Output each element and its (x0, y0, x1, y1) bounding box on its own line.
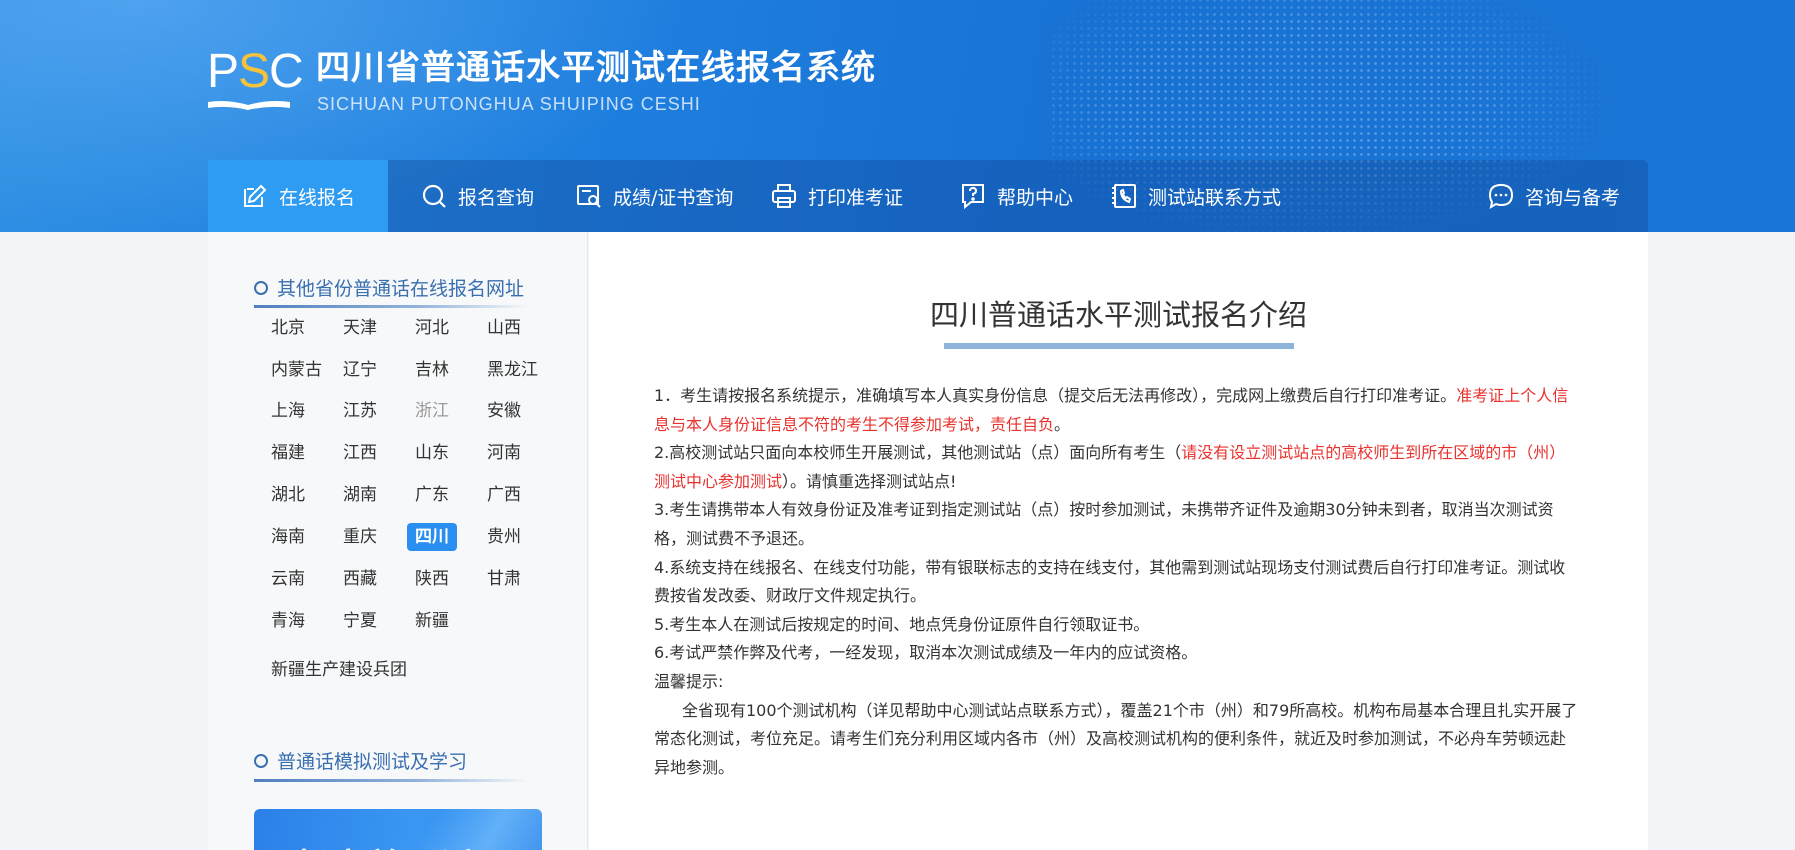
section-underline (254, 305, 529, 308)
logo-book-icon (208, 101, 290, 110)
phone-icon (1112, 184, 1136, 208)
tip-title: 温馨提示: (654, 671, 724, 691)
province-link-disabled: 浙江 (415, 401, 449, 421)
province-link[interactable]: 江西 (343, 439, 377, 467)
rule-2: 2.高校测试站只面向本校师生开展测试，其他测试站（点）面向所有考生（请没有设立测… (654, 443, 1566, 491)
intro-text: 1．考生请按报名系统提示，准确填写本人真实身份信息（提交后无法再修改），完成网上… (654, 382, 1579, 782)
province-link[interactable]: 北京 (271, 314, 305, 342)
nav-print-admission-ticket[interactable]: 打印准考证 (770, 160, 903, 232)
province-link[interactable]: 重庆 (343, 523, 377, 551)
nav-registration-query[interactable]: 报名查询 (420, 160, 534, 232)
province-link-current[interactable]: 四川 (407, 523, 457, 551)
help-icon (962, 184, 984, 210)
section-underline (254, 779, 529, 782)
province-link[interactable]: 福建 (271, 439, 305, 467)
logo-letters: PSC (207, 45, 304, 98)
rule-6: 6.考试严禁作弊及代考，一经发现，取消本次测试成绩及一年内的应试资格。 (654, 643, 1198, 663)
psc-logo[interactable]: PSC (207, 48, 304, 112)
certificate-search-icon (577, 185, 601, 208)
circle-bullet-icon (254, 753, 268, 768)
nav-score-certificate-query[interactable]: 成绩/证书查询 (575, 160, 733, 232)
site-header: PSC 四川省普通话水平测试在线报名系统 SICHUAN PUTONGHUA S… (0, 0, 1795, 232)
province-link[interactable]: 安徽 (487, 397, 521, 425)
province-link[interactable]: 广西 (487, 481, 521, 509)
province-link[interactable]: 湖北 (271, 481, 305, 509)
site-subtitle: SICHUAN PUTONGHUA SHUIPING CESHI (317, 94, 701, 114)
chat-icon (1488, 183, 1514, 210)
province-link[interactable]: 新疆 (415, 607, 449, 635)
rule-5: 5.考生本人在测试后按规定的时间、地点凭身份证原件自行领取证书。 (654, 614, 1150, 634)
province-link[interactable]: 江苏 (343, 397, 377, 425)
sidebar-section-provinces-title: 其他省份普通话在线报名网址 (254, 274, 524, 301)
site-title: 四川省普通话水平测试在线报名系统 (316, 48, 876, 88)
circle-bullet-icon (254, 280, 268, 295)
sidebar-section-mock-test-title: 普通话模拟测试及学习 (254, 747, 467, 774)
province-link[interactable]: 宁夏 (343, 607, 377, 635)
nav-label: 帮助中心 (997, 186, 1074, 209)
province-link-xpcc[interactable]: 新疆生产建设兵团 (271, 656, 407, 684)
rule-4: 4.系统支持在线报名、在线支付功能，带有银联标志的支持在线支付，其他需到测试站现… (654, 557, 1566, 606)
nav-help-center[interactable]: 帮助中心 (959, 160, 1073, 232)
province-link[interactable]: 甘肃 (487, 565, 521, 593)
nav-label: 在线报名 (278, 186, 355, 209)
nav-station-contacts[interactable]: 测试站联系方式 (1110, 160, 1281, 232)
province-link[interactable]: 黑龙江 (487, 356, 538, 384)
province-link[interactable]: 湖南 (343, 481, 377, 509)
search-icon (422, 184, 446, 208)
promo-text: 畅享普通话 (296, 839, 476, 850)
sidebar: 其他省份普通话在线报名网址 北京 天津 河北 山西 内蒙古 辽宁 吉林 黑龙江 … (208, 232, 588, 850)
page-title: 四川普通话水平测试报名介绍 (929, 298, 1307, 332)
nav-label: 打印准考证 (808, 186, 904, 209)
province-link[interactable]: 内蒙古 (271, 356, 322, 384)
main-content: 四川普通话水平测试报名介绍 1．考生请按报名系统提示，准确填写本人真实身份信息（… (589, 232, 1648, 850)
nav-label: 咨询与备考 (1525, 186, 1621, 209)
nav-label: 成绩/证书查询 (613, 186, 734, 209)
province-link[interactable]: 河北 (415, 314, 449, 342)
province-link[interactable]: 广东 (415, 481, 449, 509)
province-link[interactable]: 贵州 (487, 523, 521, 551)
nav-label: 测试站联系方式 (1148, 186, 1282, 209)
province-link[interactable]: 天津 (343, 314, 377, 342)
province-link[interactable]: 云南 (271, 565, 305, 593)
edit-icon (243, 184, 267, 207)
province-link[interactable]: 山西 (487, 314, 521, 342)
province-link[interactable]: 吉林 (415, 356, 449, 384)
nav-online-registration[interactable]: 在线报名 (208, 160, 388, 232)
province-link[interactable]: 河南 (487, 439, 521, 467)
main-nav: 在线报名 报名查询 成绩/证书查询 打印准考证 帮助中心 测试站联系方式 咨询与… (208, 160, 1648, 232)
title-underline (944, 343, 1294, 349)
province-link[interactable]: 陕西 (415, 565, 449, 593)
rule-3: 3.考生请携带本人有效身份证及准考证到指定测试站（点）按时参加测试，未携带齐证件… (654, 500, 1554, 548)
mock-test-promo-banner[interactable]: 畅享普通话 (254, 809, 542, 850)
printer-icon (772, 184, 796, 208)
province-link[interactable]: 西藏 (343, 565, 377, 593)
province-link[interactable]: 上海 (271, 397, 305, 425)
province-link[interactable]: 山东 (415, 439, 449, 467)
province-link[interactable]: 海南 (271, 523, 305, 551)
province-link[interactable]: 辽宁 (343, 356, 377, 384)
province-link[interactable]: 青海 (271, 607, 305, 635)
rule-1: 1．考生请按报名系统提示，准确填写本人真实身份信息（提交后无法再修改），完成网上… (654, 386, 1569, 434)
nav-label: 报名查询 (458, 186, 535, 209)
tip-body: 全省现有100个测试机构（详见帮助中心测试站点联系方式），覆盖21个市（州）和7… (654, 700, 1578, 777)
nav-consult-prepare[interactable]: 咨询与备考 (1487, 160, 1620, 232)
